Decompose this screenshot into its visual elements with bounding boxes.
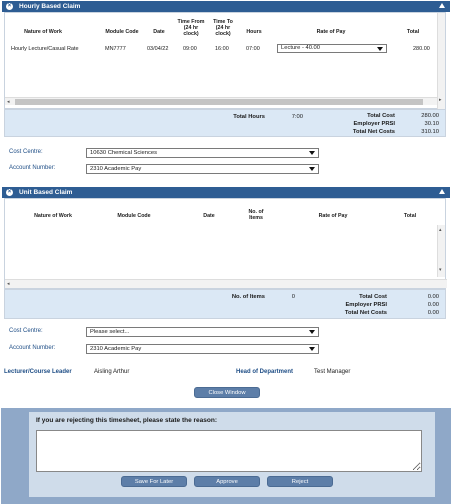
head-of-department-label: Head of Department [236, 369, 294, 375]
unit-summary: No. of Items 0 Total Cost 0.00 Employer … [4, 289, 446, 319]
col-nature-of-work: Nature of Work [34, 213, 72, 219]
close-window-button[interactable]: Close Window [194, 387, 260, 398]
col-time-to: Time To (24 hr clock) [213, 19, 233, 37]
account-number-select[interactable]: 2310 Academic Pay [86, 344, 319, 354]
employer-prsi-label: Employer PRSI [353, 121, 395, 127]
account-number-select[interactable]: 2310 Academic Pay [86, 164, 319, 174]
chevron-down-icon [309, 347, 315, 351]
head-of-department-name: Test Manager [314, 369, 351, 375]
total-cost-value: 280.00 [421, 113, 439, 119]
scroll-up-icon[interactable]: ▴ [439, 227, 442, 233]
close-circle-icon[interactable]: × [6, 189, 13, 196]
scroll-down-icon[interactable]: ▾ [439, 267, 442, 273]
col-rate-of-pay: Rate of Pay [318, 213, 348, 219]
scrollbar-thumb[interactable] [15, 99, 423, 105]
reject-reason-textarea[interactable] [36, 430, 422, 472]
approve-button[interactable]: Approve [194, 476, 260, 487]
hourly-claim-title: Hourly Based Claim [19, 3, 81, 10]
col-rate-of-pay: Rate of Pay [316, 29, 346, 35]
hourly-claim-grid: Nature of Work Module Code Date Time Fro… [4, 12, 446, 109]
lecturer-label: Lecturer/Course Leader [4, 369, 72, 375]
hourly-summary: Total Hours 7:00 Total Cost 280.00 Emplo… [4, 109, 446, 137]
cost-centre-select[interactable]: Please select... [86, 327, 319, 337]
col-total: Total [403, 213, 417, 219]
hourly-claim-header[interactable]: × Hourly Based Claim [2, 1, 450, 12]
reject-button[interactable]: Reject [267, 476, 333, 487]
unit-claim-grid: Nature of Work Module Code Date No. of I… [4, 198, 447, 289]
cost-centre-value: 10630 Chemical Sciences [90, 150, 158, 156]
total-net-costs-value: 310.10 [421, 129, 439, 135]
col-no-of-items: No. of Items [248, 209, 264, 221]
col-nature-of-work: Nature of Work [24, 29, 62, 35]
row-total: 280.00 [413, 46, 430, 52]
row-hours: 07:00 [246, 46, 260, 52]
col-date: Date [153, 29, 165, 35]
collapse-up-icon[interactable] [439, 189, 445, 194]
reject-prompt: If you are rejecting this timesheet, ple… [36, 417, 217, 424]
chevron-down-icon [377, 47, 383, 51]
total-net-costs-label: Total Net Costs [352, 129, 395, 135]
employer-prsi-value: 0.00 [427, 302, 439, 308]
unit-claim-title: Unit Based Claim [19, 189, 73, 196]
collapse-up-icon[interactable] [439, 3, 445, 8]
cost-centre-select[interactable]: 10630 Chemical Sciences [86, 148, 319, 158]
col-module-code: Module Code [117, 213, 151, 219]
row-time-to: 16:00 [215, 46, 229, 52]
no-of-items-value: 0 [291, 294, 295, 300]
total-cost-label: Total Cost [367, 113, 395, 119]
scroll-left-icon[interactable]: ◂ [7, 280, 10, 288]
save-for-later-button[interactable]: Save For Later [121, 476, 187, 487]
cost-centre-label: Cost Centre: [9, 328, 43, 334]
account-number-label: Account Number: [9, 165, 56, 171]
close-circle-icon[interactable]: × [6, 3, 13, 10]
scroll-right-icon[interactable]: ▸ [439, 97, 442, 103]
account-number-value: 2310 Academic Pay [90, 166, 142, 172]
rate-of-pay-value: Lecture - 40.00 [281, 45, 320, 51]
total-net-costs-label: Total Net Costs [344, 310, 387, 316]
col-hours: Hours [246, 29, 262, 35]
col-total: Total [406, 29, 420, 35]
total-hours-label: Total Hours [233, 114, 265, 120]
row-time-from: 09:00 [183, 46, 197, 52]
lecturer-name: Aisling Arthur [94, 369, 130, 375]
employer-prsi-label: Employer PRSI [345, 302, 387, 308]
unit-horizontal-scrollbar[interactable]: ◂ [5, 279, 447, 288]
cost-centre-label: Cost Centre: [9, 149, 43, 155]
employer-prsi-value: 30.10 [424, 121, 439, 127]
row-module-code: MN7777 [105, 46, 126, 52]
chevron-down-icon [309, 330, 315, 334]
col-date: Date [203, 213, 215, 219]
col-module-code: Module Code [105, 29, 139, 35]
chevron-down-icon [309, 151, 315, 155]
col-time-from: Time From (24 hr clock) [177, 19, 205, 37]
unit-claim-header[interactable]: × Unit Based Claim [2, 187, 450, 198]
account-number-label: Account Number: [9, 345, 56, 351]
total-net-costs-value: 0.00 [427, 310, 439, 316]
total-cost-label: Total Cost [359, 294, 387, 300]
no-of-items-label: No. of Items [231, 294, 265, 300]
hourly-horizontal-scrollbar[interactable]: ◂ [5, 97, 437, 105]
chevron-down-icon [309, 167, 315, 171]
row-date: 03/04/22 [147, 46, 169, 52]
hourly-vertical-scrollbar[interactable]: ▸ [437, 13, 445, 109]
row-nature-of-work: Hourly Lecture/Casual Rate [11, 46, 79, 52]
unit-vertical-scrollbar[interactable]: ▴ ▾ [437, 225, 445, 277]
total-cost-value: 0.00 [427, 294, 439, 300]
scroll-left-icon[interactable]: ◂ [7, 98, 10, 106]
total-hours-value: 7:00 [291, 114, 303, 120]
rate-of-pay-select[interactable]: Lecture - 40.00 [277, 44, 387, 53]
cost-centre-value: Please select... [90, 329, 130, 335]
account-number-value: 2310 Academic Pay [90, 346, 142, 352]
